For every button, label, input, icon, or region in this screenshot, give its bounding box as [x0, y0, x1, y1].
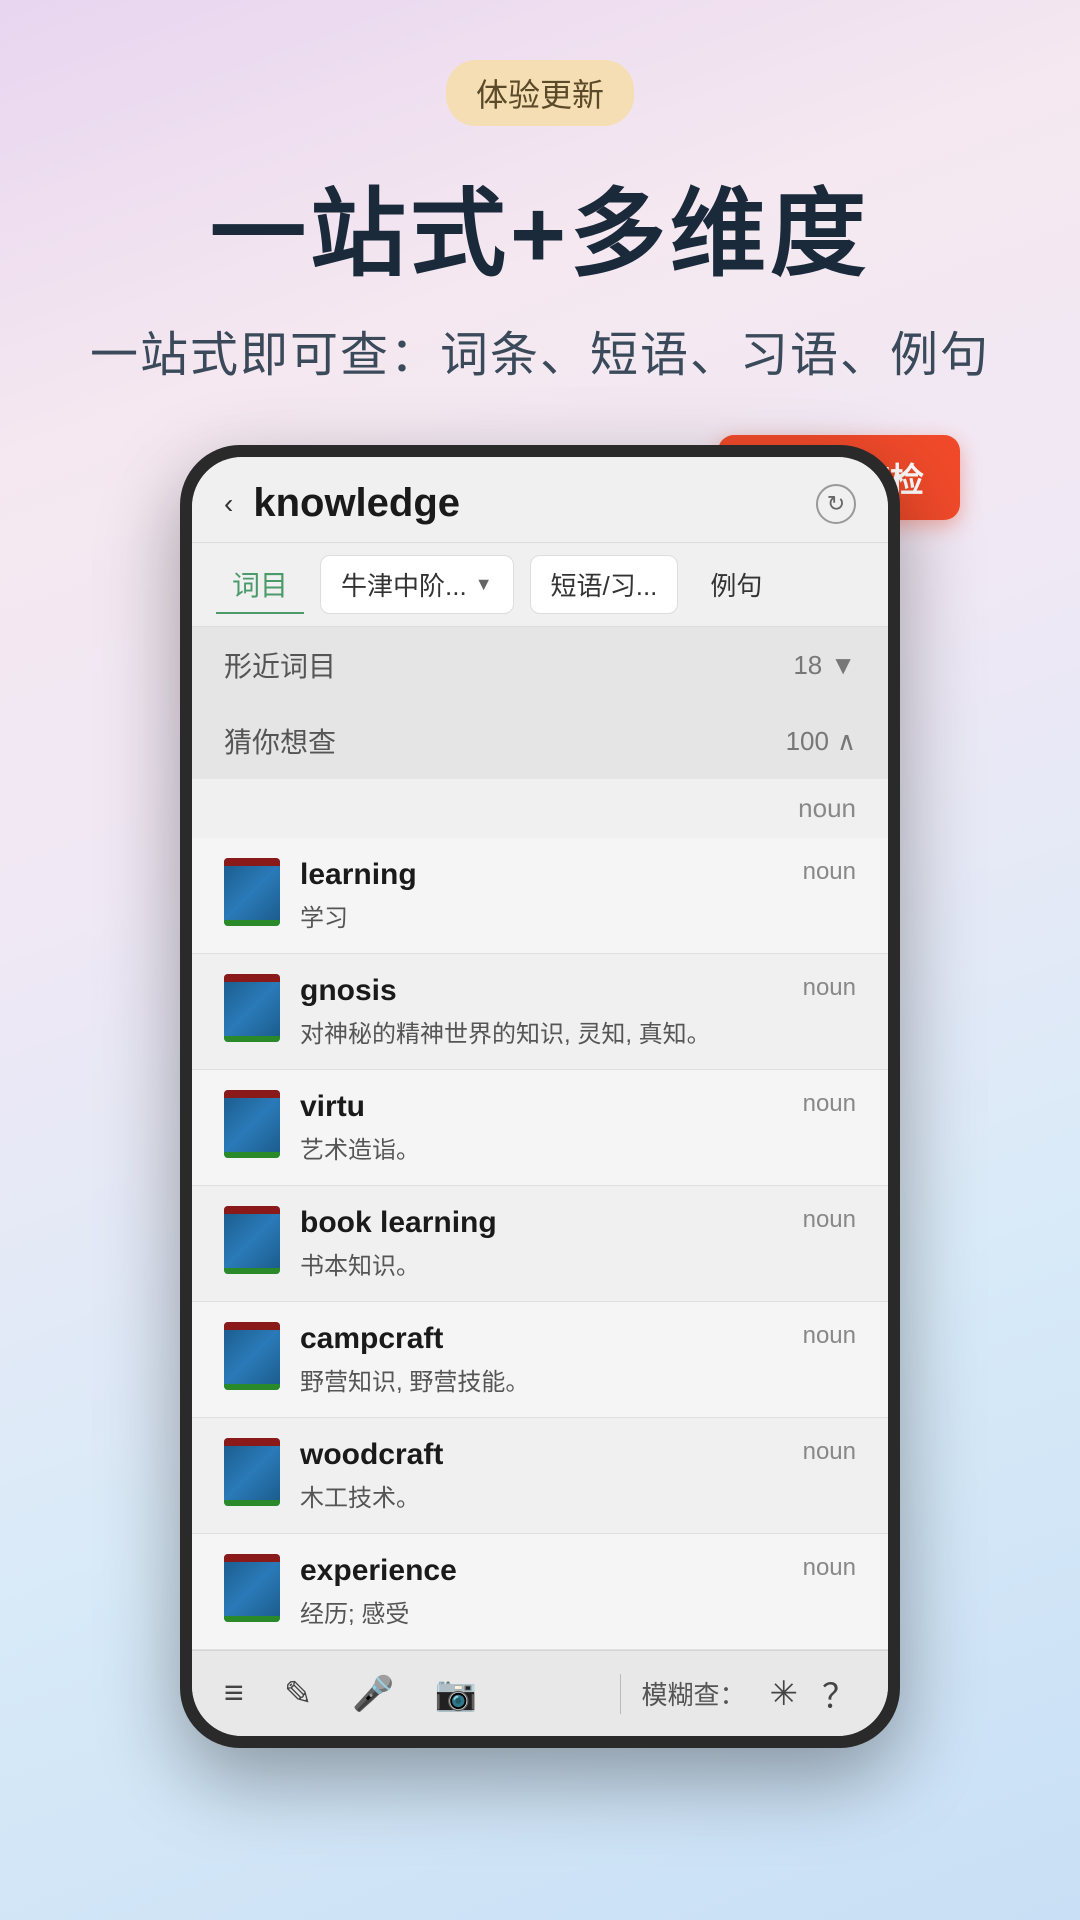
toolbar-divider	[620, 1674, 621, 1714]
list-icon[interactable]: ≡	[224, 1674, 244, 1714]
camera-icon[interactable]: 📷	[435, 1674, 477, 1714]
list-item[interactable]: campcraft noun 野营知识, 野营技能。	[192, 1302, 888, 1418]
word-content: campcraft noun 野营知识, 野营技能。	[300, 1322, 856, 1397]
word-title: learning	[300, 858, 417, 892]
edit-icon[interactable]: ✎	[284, 1674, 313, 1714]
first-noun-label: noun	[798, 793, 856, 824]
word-definition: 学习	[300, 898, 856, 933]
word-content: gnosis noun 对神秘的精神世界的知识, 灵知, 真知。	[300, 974, 856, 1049]
section-similar-count: 18 ▼	[793, 650, 856, 681]
word-pos: noun	[803, 1090, 856, 1118]
phone-mockup: ‹ knowledge ↻ 词目 牛津中阶... ▼ 短语/习... 例句 针对…	[180, 445, 900, 1748]
word-content: virtu noun 艺术造诣。	[300, 1090, 856, 1165]
word-pos: noun	[803, 858, 856, 886]
word-pos: noun	[803, 1438, 856, 1466]
phone-header: ‹ knowledge ↻	[192, 457, 888, 543]
list-item[interactable]: gnosis noun 对神秘的精神世界的知识, 灵知, 真知。	[192, 954, 888, 1070]
dict-icon	[224, 1322, 280, 1390]
refresh-icon[interactable]: ↻	[816, 484, 856, 524]
badge-label: 体验更新	[446, 60, 634, 126]
tab-bar: 词目 牛津中阶... ▼ 短语/习... 例句	[192, 543, 888, 627]
dict-icon	[224, 1438, 280, 1506]
section-similar-words: 形近词目 18 ▼	[192, 627, 888, 703]
word-definition: 书本知识。	[300, 1246, 856, 1281]
dict-icon	[224, 1206, 280, 1274]
section-guess: 猜你想查 100 ∧	[192, 703, 888, 779]
word-content: book learning noun 书本知识。	[300, 1206, 856, 1281]
word-definition: 木工技术。	[300, 1478, 856, 1513]
list-item[interactable]: book learning noun 书本知识。	[192, 1186, 888, 1302]
word-title: virtu	[300, 1090, 365, 1124]
sub-title: 一站式即可查：词条、短语、习语、例句	[0, 315, 1080, 385]
tab-dictionary-dropdown[interactable]: 牛津中阶... ▼	[320, 555, 514, 614]
word-definition: 野营知识, 野营技能。	[300, 1362, 856, 1397]
fuzzy-label: 模糊查：	[641, 1675, 745, 1712]
back-arrow-icon[interactable]: ‹	[224, 488, 233, 520]
section-guess-title: 猜你想查	[224, 721, 336, 761]
word-title: campcraft	[300, 1322, 443, 1356]
bottom-toolbar: ≡ ✎ 🎤 📷 模糊查： ✳ ？	[192, 1650, 888, 1736]
tab-phrase[interactable]: 短语/习...	[530, 555, 679, 614]
first-noun-row: noun	[192, 779, 888, 838]
search-word-text: knowledge	[253, 481, 796, 526]
dropdown-arrow-icon: ▼	[475, 574, 493, 595]
word-list: learning noun 学习 gnosis noun 对神秘的精神世界的知识…	[192, 838, 888, 1650]
dict-icon	[224, 858, 280, 926]
word-title: book learning	[300, 1206, 497, 1240]
list-item[interactable]: learning noun 学习	[192, 838, 888, 954]
dict-icon	[224, 974, 280, 1042]
list-item[interactable]: virtu noun 艺术造诣。	[192, 1070, 888, 1186]
word-pos: noun	[803, 974, 856, 1002]
phone-wrapper: 多维度查检 ‹ knowledge ↻ 词目 牛津中阶... ▼ 短语/习...…	[180, 445, 900, 1748]
word-title: experience	[300, 1554, 457, 1588]
toolbar-right: 模糊查： ✳ ？	[641, 1669, 856, 1718]
phone-screen: ‹ knowledge ↻ 词目 牛津中阶... ▼ 短语/习... 例句 针对…	[192, 457, 888, 1736]
list-item[interactable]: woodcraft noun 木工技术。	[192, 1418, 888, 1534]
section-similar-title: 形近词目	[224, 645, 336, 685]
question-icon[interactable]: ？	[822, 1669, 856, 1718]
word-definition: 艺术造诣。	[300, 1130, 856, 1165]
list-item[interactable]: experience noun 经历; 感受	[192, 1534, 888, 1650]
word-title: woodcraft	[300, 1438, 443, 1472]
word-definition: 对神秘的精神世界的知识, 灵知, 真知。	[300, 1014, 856, 1049]
asterisk-icon[interactable]: ✳	[770, 1674, 799, 1714]
word-title: gnosis	[300, 974, 397, 1008]
word-content: learning noun 学习	[300, 858, 856, 933]
word-pos: noun	[803, 1554, 856, 1582]
word-pos: noun	[803, 1322, 856, 1350]
main-title: 一站式+多维度	[0, 156, 1080, 295]
promo-section: 体验更新 一站式+多维度 一站式即可查：词条、短语、习语、例句	[0, 0, 1080, 425]
mic-icon[interactable]: 🎤	[352, 1674, 394, 1714]
word-definition: 经历; 感受	[300, 1594, 856, 1629]
toolbar-left-icons: ≡ ✎ 🎤 📷	[224, 1674, 600, 1714]
word-pos: noun	[803, 1206, 856, 1234]
dict-icon	[224, 1090, 280, 1158]
tab-wordlist[interactable]: 词目	[216, 556, 304, 614]
word-content: experience noun 经历; 感受	[300, 1554, 856, 1629]
dict-icon	[224, 1554, 280, 1622]
tab-sentence[interactable]: 例句	[694, 556, 778, 613]
word-content: woodcraft noun 木工技术。	[300, 1438, 856, 1513]
section-guess-count: 100 ∧	[786, 726, 856, 757]
